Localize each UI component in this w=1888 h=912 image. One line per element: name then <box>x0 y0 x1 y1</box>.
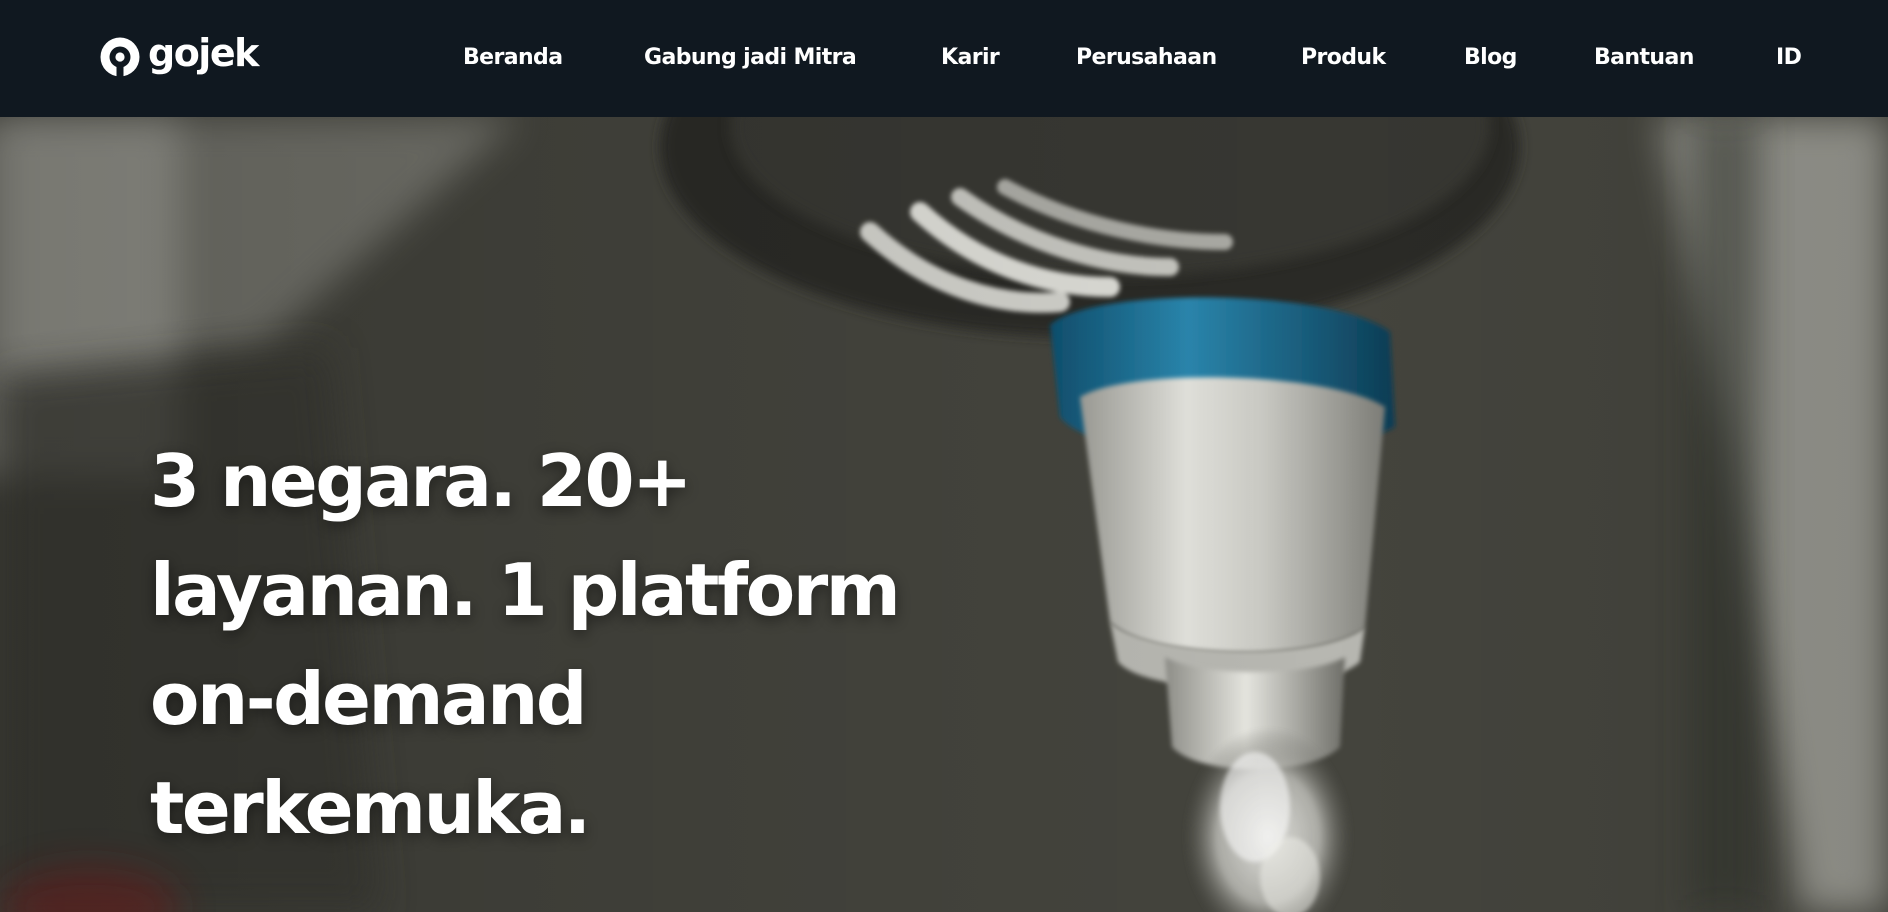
gojek-logo-link[interactable]: gojek <box>98 31 259 81</box>
language-switch-id[interactable]: ID <box>1776 42 1802 74</box>
nav-item-gabung-jadi-mitra[interactable]: Gabung jadi Mitra <box>644 42 857 74</box>
nav-item-blog[interactable]: Blog <box>1464 42 1517 74</box>
nav-item-bantuan[interactable]: Bantuan <box>1594 42 1694 74</box>
hero-headline: 3 negara. 20+ layanan. 1 platform on-dem… <box>150 427 950 863</box>
hero-headline-line-1: 3 negara. 20+ <box>150 439 692 523</box>
hero-headline-line-3: on-demand <box>150 657 587 741</box>
top-navbar: gojek Beranda Gabung jadi Mitra Karir Pe… <box>0 0 1888 117</box>
hero-headline-line-4: terkemuka. <box>150 766 591 850</box>
gojek-wordmark: gojek <box>148 31 259 75</box>
nav-item-perusahaan[interactable]: Perusahaan <box>1076 42 1217 74</box>
nav-item-karir[interactable]: Karir <box>941 42 1000 74</box>
nav-item-beranda[interactable]: Beranda <box>463 42 563 74</box>
gojek-homepage: gojek Beranda Gabung jadi Mitra Karir Pe… <box>0 0 1888 912</box>
gojek-logo-icon <box>100 37 140 79</box>
hero-headline-line-2: layanan. 1 platform <box>150 548 901 632</box>
hero-section: 3 negara. 20+ layanan. 1 platform on-dem… <box>0 117 1888 912</box>
nav-item-produk[interactable]: Produk <box>1301 42 1386 74</box>
